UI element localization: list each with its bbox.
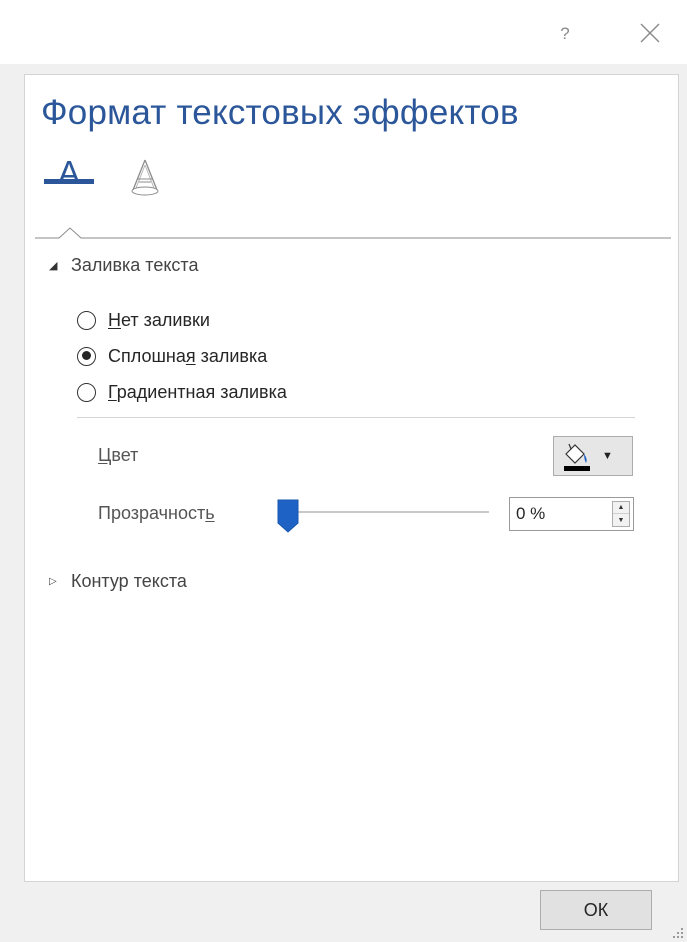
close-icon [640, 23, 660, 43]
paint-bucket-icon [564, 443, 590, 471]
color-swatch [564, 466, 590, 471]
ok-button[interactable]: ОК [540, 890, 652, 930]
text-effects-icon [131, 159, 159, 196]
outline-section-header[interactable]: ▷ Контур текста [49, 569, 187, 593]
radio-gradient-fill[interactable]: Градиентная заливка [77, 379, 287, 405]
tab-text-effects[interactable] [127, 157, 163, 197]
pane-title: Формат текстовых эффектов [41, 93, 519, 132]
resize-grip-icon[interactable] [672, 926, 684, 938]
radio-button[interactable] [77, 310, 96, 330]
format-text-effects-pane: Формат текстовых эффектов A ◢ Заливка те… [24, 74, 679, 882]
spinner-arrows: ▲ ▼ [612, 501, 630, 527]
radio-label: Градиентная заливка [108, 381, 287, 402]
outline-section-title: Контур текста [71, 570, 187, 591]
help-button[interactable]: ? [556, 22, 574, 46]
spin-up-button[interactable]: ▲ [613, 502, 629, 514]
transparency-label: Прозрачность [98, 503, 215, 523]
expand-triangle-icon: ▷ [49, 575, 57, 587]
color-label: Цвет [98, 445, 139, 465]
transparency-slider-track[interactable] [279, 511, 489, 513]
selected-tab-indicator [44, 179, 94, 184]
radio-solid-fill[interactable]: Сплошная заливка [77, 343, 267, 369]
radio-label: Нет заливки [108, 309, 210, 330]
color-picker-button[interactable]: ▼ [553, 436, 633, 476]
collapse-triangle-icon: ◢ [49, 259, 58, 272]
transparency-input[interactable] [516, 498, 596, 530]
text-fill-outline-icon: A [57, 154, 80, 191]
radio-no-fill[interactable]: Нет заливки [77, 307, 210, 333]
spin-down-button[interactable]: ▼ [613, 514, 629, 526]
section-separator [77, 417, 635, 418]
radio-button[interactable] [77, 346, 96, 366]
tab-divider [35, 225, 671, 239]
fill-section-header[interactable]: ◢ Заливка текста [49, 253, 198, 277]
chevron-down-icon: ▼ [602, 450, 613, 462]
close-button[interactable] [637, 20, 663, 46]
radio-button[interactable] [77, 382, 96, 402]
transparency-slider-thumb[interactable] [277, 499, 299, 533]
dialog-titlebar: ? [0, 0, 687, 64]
tab-text-fill-outline[interactable]: A [42, 155, 96, 195]
transparency-spinner[interactable]: ▲ ▼ [509, 497, 634, 531]
fill-section-title: Заливка текста [71, 254, 199, 275]
question-mark-icon: ? [560, 24, 570, 43]
radio-label: Сплошная заливка [108, 345, 268, 366]
